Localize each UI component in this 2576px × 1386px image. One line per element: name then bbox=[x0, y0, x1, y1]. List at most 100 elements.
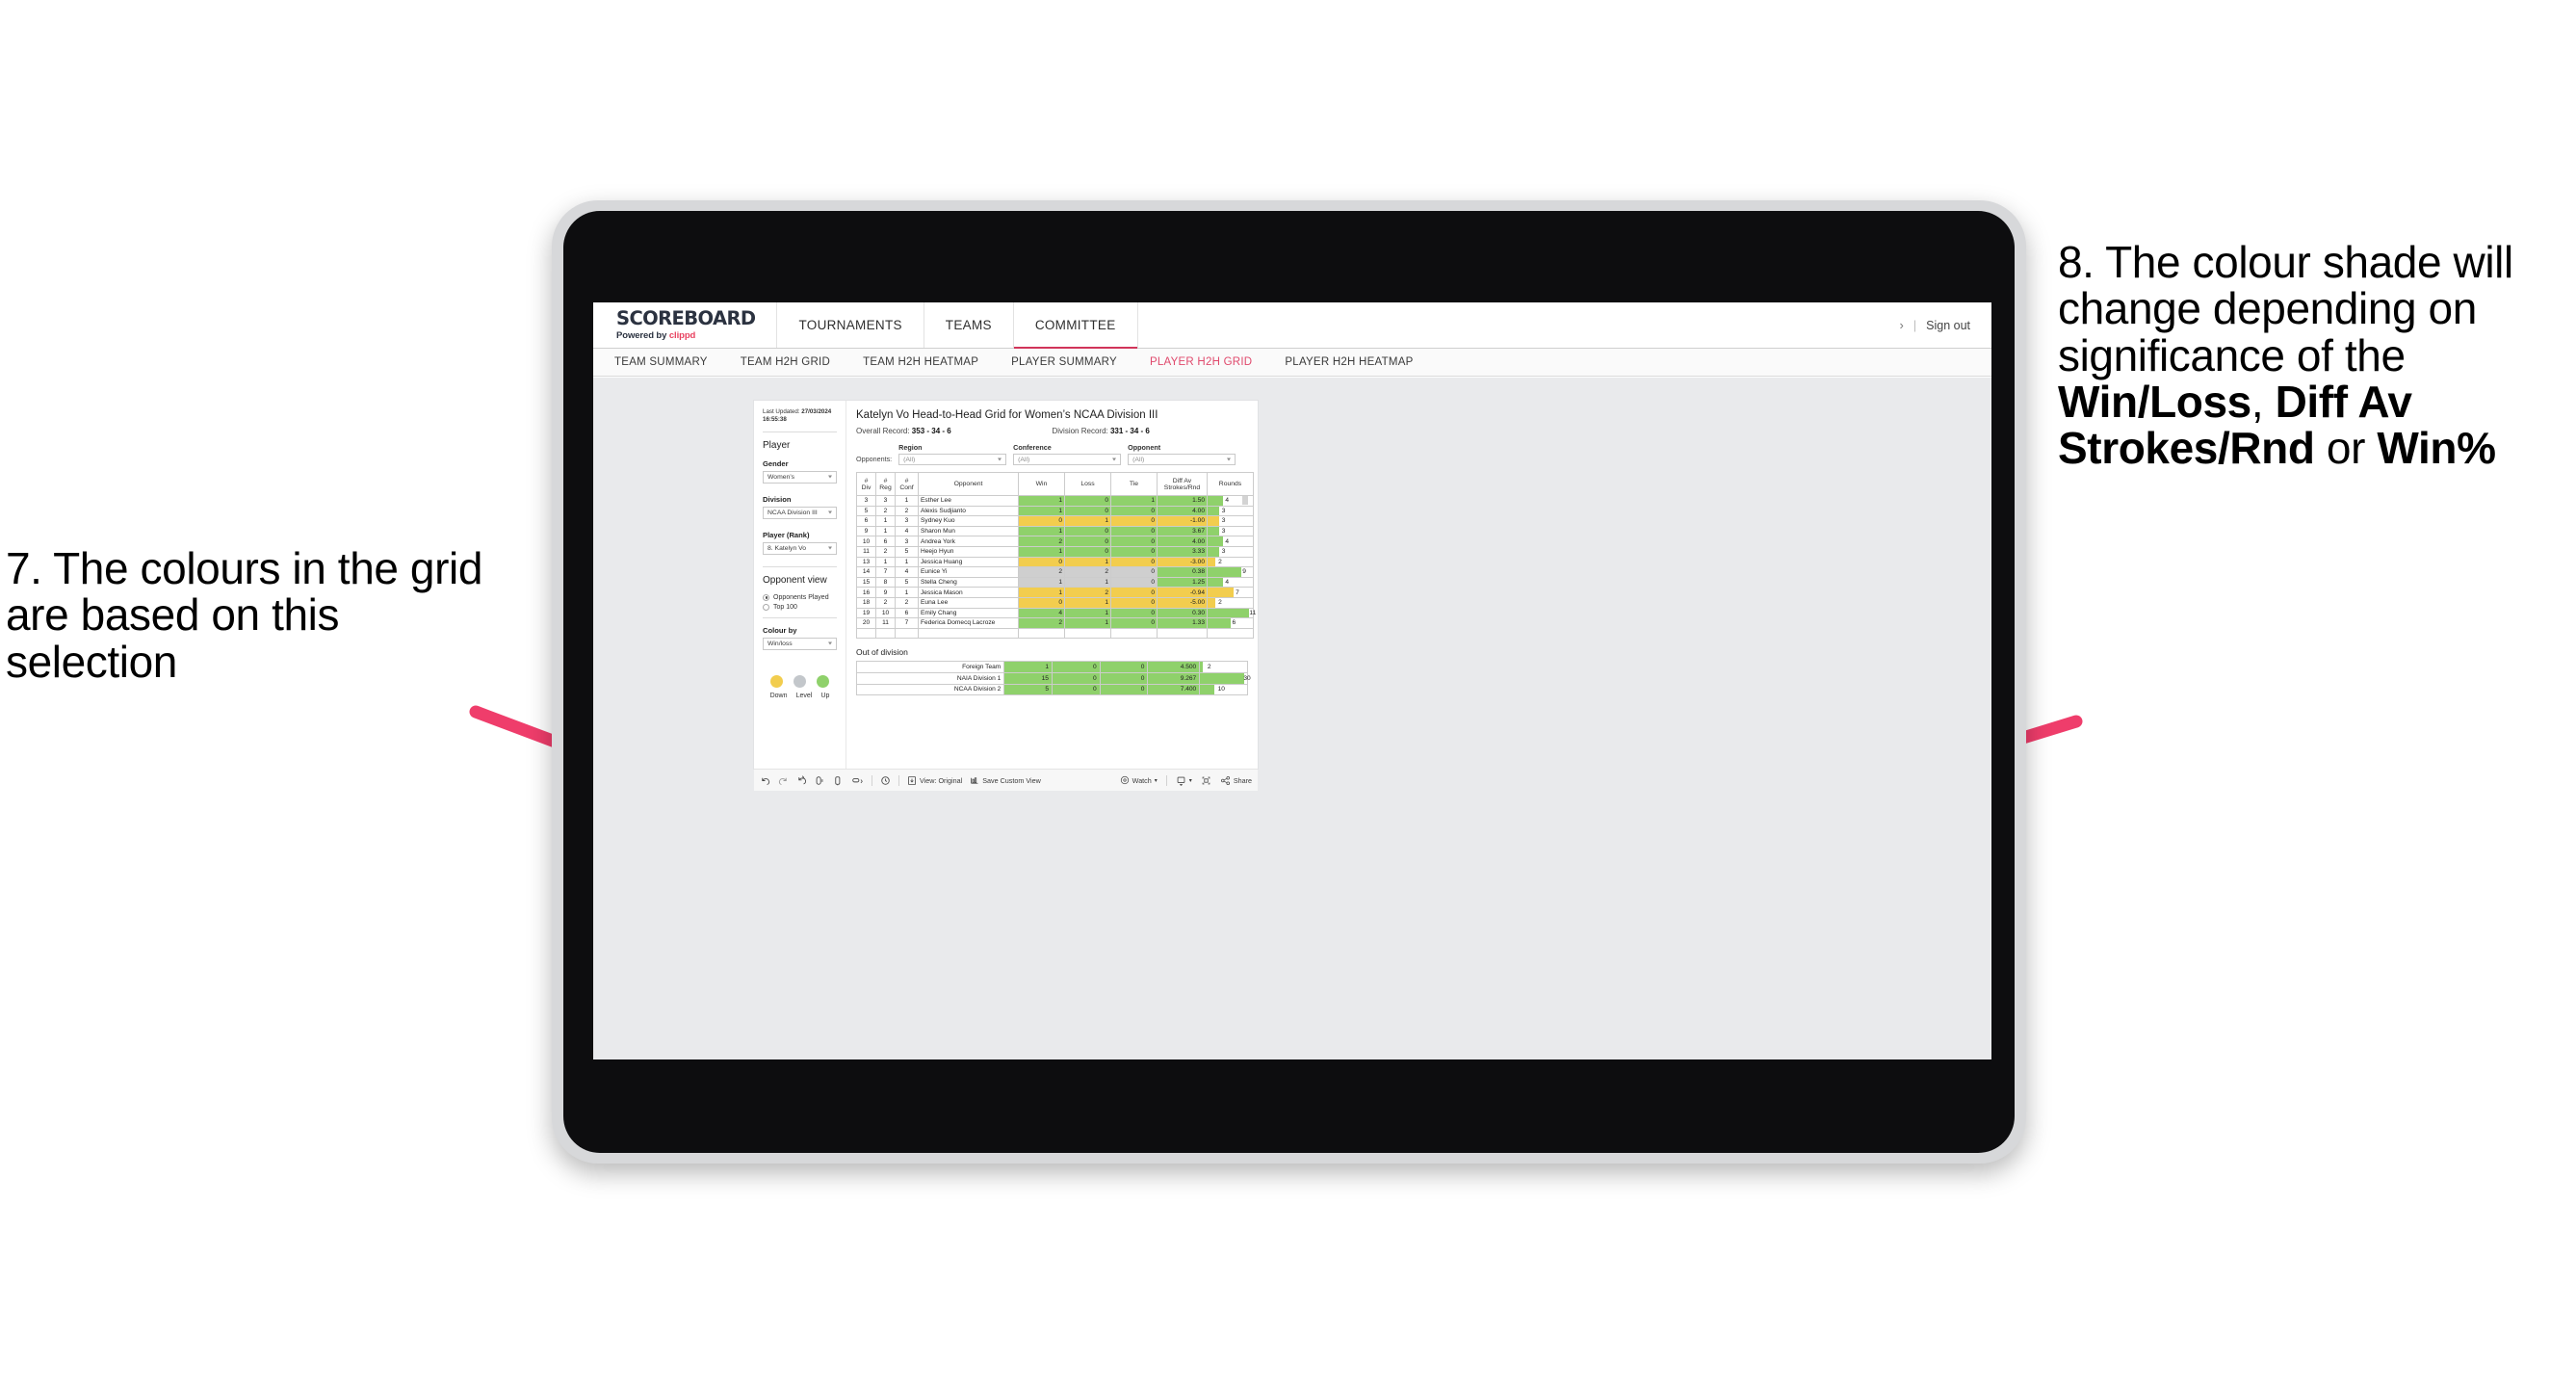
table-row[interactable]: 19 10 6 Emily Chang 4 1 0 0.30 11 bbox=[856, 607, 1256, 619]
cell-reg: 1 bbox=[875, 515, 896, 527]
cell-loss: 0 bbox=[1064, 505, 1111, 517]
table-row[interactable]: 10 6 3 Andrea York 2 0 0 4.00 4 bbox=[856, 536, 1254, 547]
radio-top-100[interactable]: Top 100 bbox=[763, 603, 837, 611]
cell-win: 1 bbox=[1018, 545, 1065, 558]
cell-group-name: NAIA Division 1 bbox=[855, 671, 1005, 685]
last-updated: Last Updated: 27/03/2024 16:55:38 bbox=[763, 408, 837, 425]
cell-loss: 0 bbox=[1064, 545, 1111, 558]
subnav-item-team-summary[interactable]: TEAM SUMMARY bbox=[614, 356, 708, 368]
redo-icon[interactable] bbox=[778, 775, 789, 786]
refresh-data-icon[interactable] bbox=[833, 775, 844, 786]
legend-dot-up bbox=[816, 674, 829, 688]
chevron-right-icon[interactable]: › bbox=[1900, 318, 1904, 332]
cell-loss: 1 bbox=[1064, 617, 1111, 629]
table-scrollbar[interactable] bbox=[1242, 496, 1248, 505]
colour-by-select[interactable]: Win/loss bbox=[763, 637, 837, 650]
player-rank-value: 8. Katelyn Vo bbox=[768, 544, 807, 552]
cell-win: 15 bbox=[1003, 671, 1053, 685]
cell-tie: 0 bbox=[1110, 515, 1158, 527]
pause-auto-update-icon[interactable] bbox=[851, 775, 864, 786]
sign-out-link[interactable]: Sign out bbox=[1926, 319, 1970, 332]
table-row[interactable]: 14 7 4 Eunice Yi 2 2 0 0.38 9 bbox=[856, 566, 1254, 578]
h2h-col-header-6[interactable]: Tie bbox=[1110, 472, 1158, 496]
cell-opponent: Sydney Kuo bbox=[918, 515, 1019, 527]
h2h-col-header-7[interactable]: Diff Av Strokes/Rnd bbox=[1157, 472, 1208, 496]
cell-conf: 3 bbox=[895, 536, 919, 547]
player-rank-select[interactable]: 8. Katelyn Vo bbox=[763, 541, 837, 555]
view-original-button[interactable]: View: Original bbox=[907, 775, 962, 786]
cell-reg: 3 bbox=[875, 495, 896, 507]
conference-filter-select[interactable]: (All) bbox=[1013, 454, 1122, 465]
cell-win: 2 bbox=[1018, 536, 1065, 547]
opponent-filter-select[interactable]: (All) bbox=[1128, 454, 1236, 465]
table-row[interactable]: 3 3 1 Esther Lee 1 0 1 1.50 4 bbox=[856, 495, 1254, 507]
save-custom-view-button[interactable]: Save Custom View bbox=[970, 775, 1041, 786]
h2h-col-header-5[interactable]: Loss bbox=[1064, 472, 1111, 496]
colour-by-field: Colour by Win/loss bbox=[763, 626, 837, 650]
cell-conf: 1 bbox=[895, 556, 919, 568]
nav-item-committee[interactable]: COMMITTEE bbox=[1013, 302, 1138, 349]
share-button[interactable]: Share bbox=[1220, 775, 1252, 786]
undo-icon[interactable] bbox=[760, 775, 770, 786]
table-row[interactable]: 5 2 2 Alexis Sudjianto 1 0 0 4.00 3 bbox=[856, 505, 1254, 517]
subnav-item-team-h2h-grid[interactable]: TEAM H2H GRID bbox=[741, 356, 830, 368]
nav-item-teams[interactable]: TEAMS bbox=[924, 302, 1014, 348]
table-row[interactable]: 16 9 1 Jessica Mason 1 2 0 -0.94 7 bbox=[856, 587, 1254, 598]
division-select[interactable]: NCAA Division III bbox=[763, 506, 837, 519]
table-row[interactable]: 9 1 4 Sharon Mun 1 0 0 3.67 3 bbox=[856, 525, 1254, 537]
table-row[interactable]: 15 8 5 Stella Cheng 1 1 0 1.25 4 bbox=[856, 576, 1254, 588]
table-row[interactable]: 6 1 3 Sydney Kuo 0 1 0 -1.00 3 bbox=[856, 515, 1254, 527]
nav-item-tournaments[interactable]: TOURNAMENTS bbox=[777, 302, 924, 348]
download-button[interactable]: ▾ bbox=[1176, 775, 1192, 786]
table-row[interactable]: 18 2 2 Euna Lee 0 1 0 -5.00 2 bbox=[856, 596, 1254, 609]
cell-tie: 0 bbox=[1110, 576, 1158, 588]
cell-reg: 2 bbox=[875, 545, 896, 558]
table-row[interactable]: 11 2 5 Heejo Hyun 1 0 0 3.33 3 bbox=[856, 545, 1254, 558]
legend-dots bbox=[763, 674, 837, 688]
cell-div: 14 bbox=[856, 566, 876, 578]
cell-conf: 4 bbox=[895, 566, 919, 578]
out-of-division-row[interactable]: Foreign Team 1 0 0 4.500 2 bbox=[855, 661, 1248, 673]
fullscreen-button[interactable] bbox=[1201, 775, 1211, 786]
out-of-division-row[interactable]: NCAA Division 2 5 0 0 7.400 10 bbox=[855, 683, 1248, 696]
region-filter-select[interactable]: (All) bbox=[898, 454, 1007, 465]
table-row[interactable]: 13 1 1 Jessica Huang 0 1 0 -3.00 2 bbox=[856, 556, 1254, 568]
overall-record-label: Overall Record: bbox=[856, 427, 912, 435]
h2h-col-header-8[interactable]: Rounds bbox=[1207, 472, 1254, 496]
cell-win: 1 bbox=[1018, 505, 1065, 517]
h2h-col-header-0[interactable]: # Div bbox=[856, 472, 876, 496]
h2h-col-header-1[interactable]: # Reg bbox=[875, 472, 896, 496]
chevron-down-icon bbox=[828, 641, 832, 645]
history-icon[interactable] bbox=[880, 775, 891, 786]
table-row[interactable]: 20 11 7 Federica Domecq Lacroze 2 1 0 1.33 6 bbox=[856, 617, 1254, 629]
subnav-item-team-h2h-heatmap[interactable]: TEAM H2H HEATMAP bbox=[863, 356, 978, 368]
cell-diff: -1.00 bbox=[1157, 515, 1208, 527]
subnav-item-player-h2h-grid[interactable]: PLAYER H2H GRID bbox=[1150, 356, 1252, 368]
cell-loss: 0 bbox=[1064, 536, 1111, 547]
opponents-label: Opponents: bbox=[856, 455, 893, 463]
radio-opponents-played[interactable]: Opponents Played bbox=[763, 593, 837, 601]
legend-labels: Down Level Up bbox=[763, 693, 837, 699]
out-of-division-row[interactable]: NAIA Division 1 15 0 0 9.267 30 bbox=[855, 671, 1251, 685]
cell-tie: 0 bbox=[1110, 556, 1158, 568]
cell-loss: 0 bbox=[1051, 683, 1101, 696]
subnav-item-player-summary[interactable]: PLAYER SUMMARY bbox=[1011, 356, 1117, 368]
pause-refresh-icon[interactable] bbox=[815, 775, 825, 786]
subnav-item-player-h2h-heatmap[interactable]: PLAYER H2H HEATMAP bbox=[1285, 356, 1413, 368]
app-screen: SCOREBOARD Powered by clippd TOURNAMENTS… bbox=[593, 302, 1991, 1059]
revert-icon[interactable] bbox=[796, 774, 807, 786]
cell-reg: 7 bbox=[875, 566, 896, 578]
h2h-col-header-3[interactable]: Opponent bbox=[918, 472, 1019, 496]
cell-blank bbox=[918, 628, 1019, 640]
cell-reg: 2 bbox=[875, 596, 896, 609]
h2h-col-header-2[interactable]: # Conf bbox=[895, 472, 919, 496]
cell-diff: 4.00 bbox=[1157, 505, 1208, 517]
cell-tie: 0 bbox=[1110, 617, 1158, 629]
watch-button[interactable]: Watch ▾ bbox=[1120, 775, 1158, 785]
gender-select[interactable]: Women’s bbox=[763, 470, 837, 484]
radio-icon bbox=[763, 603, 769, 611]
h2h-col-header-4[interactable]: Win bbox=[1018, 472, 1065, 496]
cell-loss: 1 bbox=[1064, 576, 1111, 588]
cell-blank bbox=[1064, 627, 1111, 640]
cell-tie: 0 bbox=[1099, 661, 1149, 673]
